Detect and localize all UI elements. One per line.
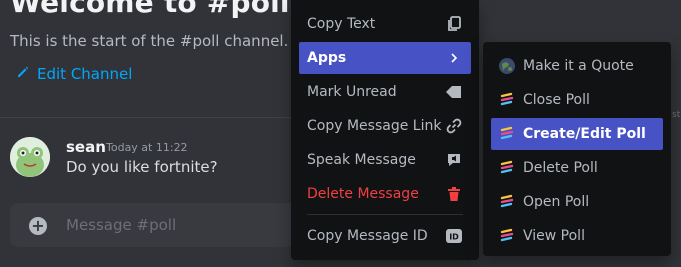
message-divider [0, 117, 300, 118]
menu-item-mark-unread[interactable]: Mark Unread [299, 76, 471, 108]
mark-unread-icon [445, 83, 463, 101]
submenu-item-view-poll[interactable]: View Poll [491, 220, 663, 252]
message-input[interactable] [66, 215, 286, 235]
menu-item-speak-message[interactable]: Speak Message [299, 144, 471, 176]
poll-app-icon [499, 160, 515, 176]
menu-item-copy-text[interactable]: Copy Text [299, 8, 471, 40]
menu-item-apps[interactable]: Apps [299, 42, 471, 74]
message-context-menu: Copy Text Apps Mark Unread Copy Message … [291, 0, 479, 260]
pencil-icon [16, 65, 30, 83]
edit-channel-link[interactable]: Edit Channel [16, 65, 132, 83]
menu-item-copy-message-id[interactable]: Copy Message ID ID [299, 220, 471, 252]
submenu-item-create-edit-poll[interactable]: Create/Edit Poll [491, 118, 663, 150]
link-icon [445, 117, 463, 135]
add-attachment-button[interactable]: + [29, 217, 47, 235]
message-content: Do you like fortnite? [66, 158, 218, 176]
channel-welcome-subtitle: This is the start of the #poll channel. [10, 32, 289, 50]
poll-app-icon [499, 194, 515, 210]
poll-app-icon [499, 228, 515, 244]
message-composer: + [10, 203, 310, 247]
channel-welcome-title: Welcome to #poll! [10, 0, 303, 19]
submenu-item-make-it-a-quote[interactable]: Make it a Quote [491, 50, 663, 82]
avatar[interactable] [10, 137, 50, 177]
menu-item-copy-message-link[interactable]: Copy Message Link [299, 110, 471, 142]
edge-clipped-text: st [672, 110, 681, 120]
id-icon: ID [445, 227, 463, 245]
globe-app-icon [499, 58, 515, 74]
speak-icon [445, 151, 463, 169]
apps-submenu: Make it a Quote Close Poll Create/Edit P… [483, 42, 671, 256]
submenu-item-close-poll[interactable]: Close Poll [491, 84, 663, 116]
copy-icon [445, 15, 463, 33]
poll-app-icon [499, 126, 515, 142]
menu-separator [307, 214, 463, 215]
message-author[interactable]: sean [66, 138, 106, 156]
submenu-item-delete-poll[interactable]: Delete Poll [491, 152, 663, 184]
edit-channel-label: Edit Channel [37, 65, 133, 83]
svg-text:ID: ID [449, 233, 459, 242]
menu-item-delete-message[interactable]: Delete Message [299, 178, 471, 210]
message-timestamp: Today at 11:22 [106, 141, 188, 154]
submenu-item-open-poll[interactable]: Open Poll [491, 186, 663, 218]
poll-app-icon [499, 92, 515, 108]
trash-icon [445, 185, 463, 203]
chevron-right-icon [445, 49, 463, 67]
